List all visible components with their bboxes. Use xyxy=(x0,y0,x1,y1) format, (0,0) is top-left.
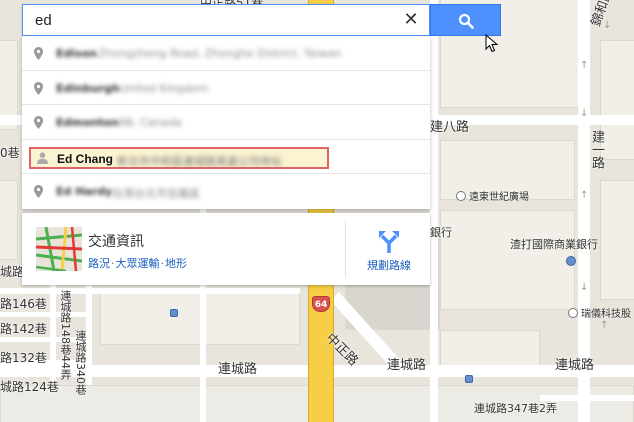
road-label: 0巷 xyxy=(0,146,20,160)
bus-stop-icon[interactable] xyxy=(170,308,181,319)
road xyxy=(50,280,56,390)
poi-far-east-plaza[interactable]: 遠東世紀廣場 xyxy=(456,188,529,203)
directions-icon xyxy=(379,231,399,253)
search-button[interactable] xyxy=(430,4,501,36)
bus-stop-icon[interactable] xyxy=(465,374,476,385)
road-label: 連城路340巷 xyxy=(74,330,87,395)
link-traffic[interactable]: 路況 xyxy=(88,257,110,270)
traffic-map-thumbnail[interactable] xyxy=(36,227,82,271)
suggestion-item[interactable]: Edmonton AB, Canada xyxy=(22,105,430,140)
road xyxy=(430,0,438,422)
person-icon xyxy=(37,152,48,164)
divider xyxy=(345,221,346,277)
link-transit[interactable]: 大眾運輸 xyxy=(116,257,160,270)
map-pin-icon xyxy=(34,185,43,199)
oneway-arrow-icon: ↑ xyxy=(580,60,589,71)
map-pin-icon xyxy=(34,47,43,60)
road-label: 連城路 xyxy=(555,358,595,373)
layer-links: 路況·大眾運輸·地形 xyxy=(88,255,187,271)
poi-label: 瑞儀科技股 xyxy=(581,309,631,320)
oneway-arrow-icon: ↓ xyxy=(580,108,589,119)
suggestion-detail: United Kingdom xyxy=(120,81,209,95)
search-icon xyxy=(458,13,474,29)
searchbox: ✕ xyxy=(22,4,430,36)
link-terrain[interactable]: 地形 xyxy=(165,257,187,270)
suggestion-list: Edison Zhongzheng Road, Zhonghe District… xyxy=(22,36,430,209)
oneway-arrow-icon: ↓ xyxy=(580,282,589,293)
suggestion-title: Edinburgh xyxy=(56,81,120,95)
traffic-title: 交通資訊 xyxy=(88,234,144,250)
poi-icon xyxy=(568,308,578,318)
oneway-arrow-icon: ↓ xyxy=(603,20,612,31)
search-input[interactable] xyxy=(23,5,393,35)
road-label: 路142巷 xyxy=(0,322,47,336)
map-block xyxy=(440,210,575,310)
map-pin-icon xyxy=(34,116,43,130)
road-label: 銀行 xyxy=(430,226,452,239)
suggestion-title: Ed Hardy xyxy=(56,185,113,199)
route-64-shield: 64 xyxy=(312,296,330,312)
clear-search-button[interactable]: ✕ xyxy=(399,8,423,32)
suggestion-item[interactable]: Ed Hardy 台灣台北市信義區 xyxy=(22,174,430,209)
suggestion-item[interactable]: Edinburgh United Kingdom xyxy=(22,71,430,106)
directions-label: 規劃路線 xyxy=(367,259,411,272)
directions-button[interactable]: 規劃路線 xyxy=(352,223,426,277)
suggestion-detail: AB, Canada xyxy=(118,116,182,130)
traffic-info-card: 交通資訊 路況·大眾運輸·地形 規劃路線 xyxy=(22,213,430,285)
road-label: 連城路347巷2弄 xyxy=(474,402,557,415)
link-separator: · xyxy=(111,257,115,270)
selected-suggestion-highlight: Ed Chang 新北市中和區連城路某處公司地址 xyxy=(29,146,329,169)
road-label: 路132巷 xyxy=(0,351,47,365)
traffic-layer-icon xyxy=(36,227,82,271)
map-pin-icon xyxy=(34,81,43,95)
suggestion-item[interactable]: Edison Zhongzheng Road, Zhonghe District… xyxy=(22,36,430,71)
mouse-cursor-icon xyxy=(485,34,499,53)
oneway-arrow-icon: ↑ xyxy=(580,190,589,201)
suggestion-title: Edmonton xyxy=(56,116,119,130)
poi-label: 遠東世紀廣場 xyxy=(469,192,529,203)
road-label: 城路 xyxy=(0,265,25,279)
suggestion-title: Edison xyxy=(56,47,98,60)
suggestion-detail: Zhongzheng Road, Zhonghe District, Taiwa… xyxy=(98,47,342,60)
road-label: 建一路 xyxy=(589,130,604,169)
poi-icon xyxy=(456,191,466,201)
close-icon: ✕ xyxy=(403,9,419,30)
road-label: 連城路 xyxy=(218,362,258,377)
road-label: 路146巷 xyxy=(0,297,47,311)
contact-address: 新北市中和區連城路某處公司地址 xyxy=(117,154,282,168)
road-label: 連城路 xyxy=(387,358,427,373)
link-separator: · xyxy=(160,257,165,270)
road xyxy=(0,312,90,317)
road-label: 建八路 xyxy=(430,120,470,135)
road-label: 城路124巷 xyxy=(0,380,59,394)
map-block xyxy=(440,330,540,370)
contact-name: Ed Chang xyxy=(57,151,113,166)
oneway-arrow-icon: ↑ xyxy=(600,320,609,331)
road xyxy=(0,288,300,294)
poi-standard-chartered[interactable]: 渣打國際商業銀行 xyxy=(510,236,598,252)
suggestion-item-contact[interactable]: Ed Chang 新北市中和區連城路某處公司地址 xyxy=(22,139,430,175)
map-block xyxy=(0,180,18,260)
road-label: 連城路148巷44弄 xyxy=(59,290,72,380)
suggestion-detail: 台灣台北市信義區 xyxy=(112,187,200,201)
poi-label: 渣打國際商業銀行 xyxy=(510,238,598,251)
map-block xyxy=(600,180,634,300)
bank-icon[interactable] xyxy=(566,256,579,268)
poi-ruiyang[interactable]: 瑞儀科技股 xyxy=(568,305,631,320)
